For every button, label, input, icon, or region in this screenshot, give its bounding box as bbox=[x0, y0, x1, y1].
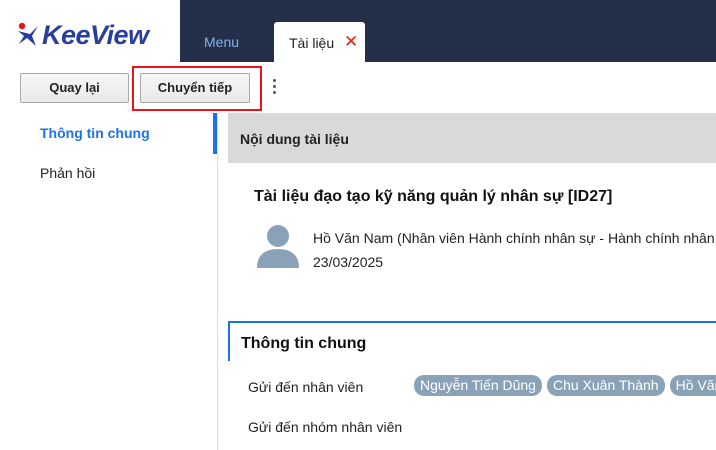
tab-documents-label: Tài liệu bbox=[289, 35, 335, 51]
back-button[interactable]: Quay lại bbox=[20, 73, 129, 103]
logo[interactable]: KeeView bbox=[0, 0, 180, 62]
content-header-title: Nội dung tài liệu bbox=[240, 131, 349, 147]
more-options-icon[interactable] bbox=[270, 79, 278, 97]
user-avatar-icon bbox=[257, 225, 299, 268]
document-author: Hồ Văn Nam (Nhân viên Hành chính nhân sự… bbox=[313, 230, 716, 246]
tab-menu[interactable]: Menu bbox=[204, 34, 239, 50]
document-title: Tài liệu đạo tạo kỹ năng quản lý nhân sự… bbox=[254, 188, 613, 205]
document-date: 23/03/2025 bbox=[313, 254, 384, 270]
logo-figure-icon bbox=[18, 22, 38, 46]
content-header: Nội dung tài liệu bbox=[228, 113, 716, 163]
section-title: Thông tin chung bbox=[241, 335, 367, 352]
top-bar: KeeView Menu Tài liệu ✕ bbox=[0, 0, 716, 62]
send-to-employees-label: Gửi đến nhân viên bbox=[248, 379, 364, 395]
tab-documents[interactable]: Tài liệu ✕ bbox=[274, 22, 365, 62]
recipient-chips: Nguyễn Tiến DũngChu Xuân ThànhHồ Văn Nam bbox=[414, 375, 716, 397]
close-icon[interactable]: ✕ bbox=[344, 32, 358, 52]
recipient-chip: Chu Xuân Thành bbox=[546, 375, 665, 396]
sidebar-divider bbox=[217, 113, 218, 450]
send-to-groups-label: Gửi đến nhóm nhân viên bbox=[248, 419, 403, 435]
sidebar-item-general-info[interactable]: Thông tin chung bbox=[40, 125, 150, 141]
logo-text: KeeView bbox=[42, 20, 149, 50]
general-info-section: Thông tin chung bbox=[228, 321, 716, 361]
recipient-chip: Hồ Văn Nam bbox=[669, 375, 716, 396]
recipient-chip: Nguyễn Tiến Dũng bbox=[414, 375, 542, 396]
sidebar-item-feedback[interactable]: Phản hồi bbox=[40, 165, 95, 181]
forward-button[interactable]: Chuyển tiếp bbox=[140, 73, 250, 103]
